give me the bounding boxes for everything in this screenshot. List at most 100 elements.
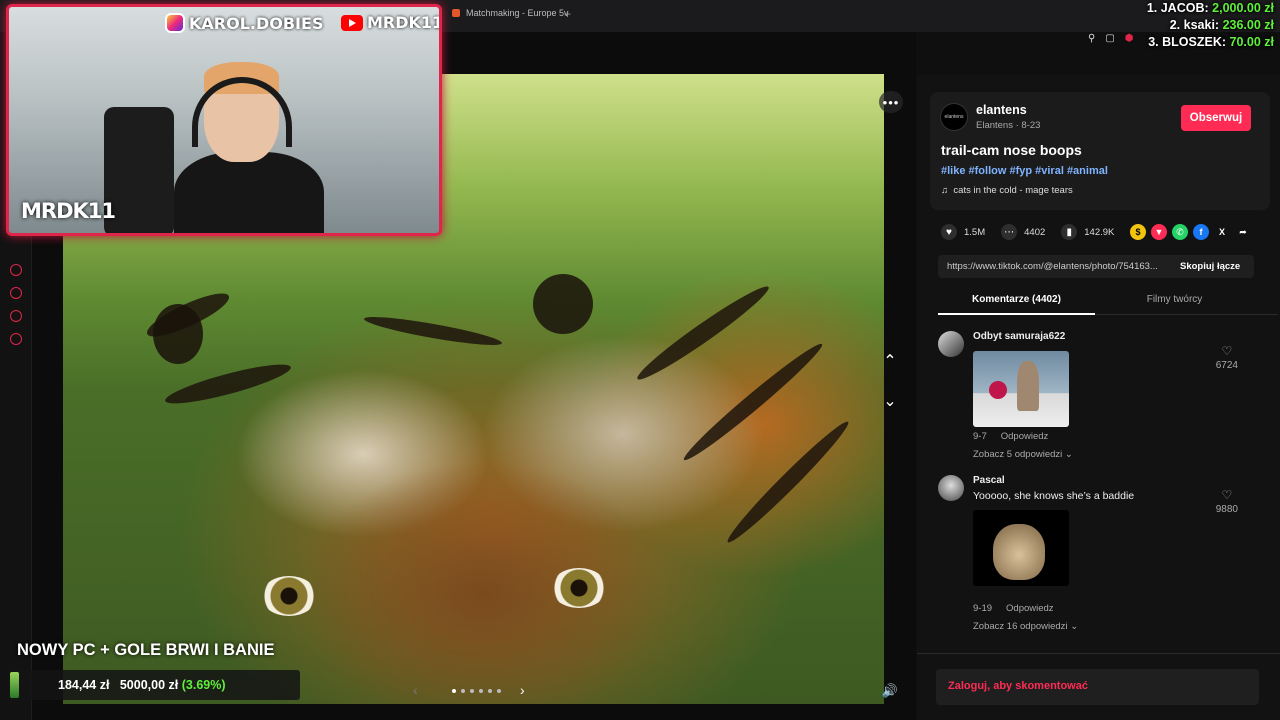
chevron-down-icon: ⌄ [1070,621,1079,632]
new-tab-button[interactable]: + [564,7,571,21]
fur-stripe [678,338,828,466]
previous-post-icon[interactable]: ⌃ [879,350,901,372]
comment-image[interactable] [973,351,1069,427]
youtube-label: MRDK11 [367,13,442,32]
youtube-icon [341,14,363,31]
fur-stripe [632,279,774,387]
panel-tabs: Komentarze (4402) Filmy twórcy [938,287,1278,315]
friends-icon[interactable] [10,310,22,322]
tiger-eye-left [261,576,317,616]
stream-title: NOWY PC + GOLE BRWI I BANIE [17,641,275,659]
pin-icon[interactable]: ⚲ [1088,33,1095,44]
comment-meta: 9-19 Odpowiedz [973,603,1054,614]
post-music[interactable]: ♫ cats in the cold - mage tears [941,185,1073,196]
chevron-down-icon: ⌄ [1064,449,1073,460]
browser-tab[interactable]: Matchmaking - Europe 5v [452,8,569,18]
tab-title: Matchmaking - Europe 5v [466,8,569,18]
copy-link-button[interactable]: Skopiuj łącze [1180,261,1240,272]
cam-nameplate: MRDK11 [21,199,116,223]
login-to-comment[interactable]: Zaloguj, aby skomentować [936,669,1259,705]
view-replies-label: Zobacz 5 odpowiedzi [973,449,1063,460]
creator-card: elantens elantens Elantens · 8-23 Obserw… [930,92,1270,210]
post-details-panel: elantens elantens Elantens · 8-23 Obserw… [917,75,1280,720]
view-replies-button[interactable]: Zobacz 16 odpowiedzi ⌄ [973,621,1078,632]
leaderboard-row: 2. ksaki: 236.00 zł [1147,17,1274,34]
comment-action[interactable]: ⋯ 4402 [1001,224,1045,240]
leaderboard-row: 1. JACOB: 2,000.00 zł [1147,0,1274,17]
carousel-dots[interactable] [452,689,501,693]
fur-stripe [533,274,593,334]
coin-icon[interactable]: $ [1130,224,1146,240]
carousel-dot[interactable] [497,689,501,693]
more-options-button[interactable]: ••• [879,91,903,113]
view-replies-label: Zobacz 16 odpowiedzi [973,621,1068,632]
like-action[interactable]: ♥ 1.5M [941,224,985,240]
heart-icon: ♥ [941,224,957,240]
reply-button[interactable]: Odpowiedz [1001,431,1049,442]
carousel-dot[interactable] [488,689,492,693]
tab-comments[interactable]: Komentarze (4402) [938,287,1095,315]
comment-like-count: 9880 [1215,504,1238,515]
tab-creator-videos[interactable]: Filmy twórcy [1096,287,1253,315]
screenshot-icon[interactable]: ▢ [1105,33,1114,44]
share-arrow-icon[interactable]: ➦ [1235,224,1251,240]
cougar-face [993,524,1045,580]
settings-icon[interactable] [10,333,22,345]
instagram-label: KAROL.DOBIES [189,13,324,33]
comment-image[interactable] [973,510,1069,586]
reply-button[interactable]: Odpowiedz [1006,603,1054,614]
comment-date: 9-7 [973,431,987,442]
post-hashtags[interactable]: #like #follow #fyp #viral #animal [941,165,1108,177]
carousel-prev-icon[interactable]: ‹ [413,682,418,698]
music-title: cats in the cold - mage tears [953,185,1073,196]
next-post-icon[interactable]: ⌄ [879,390,901,412]
share-buttons: $ ▼ ✆ f X ➦ [1130,224,1251,240]
carousel-dot[interactable] [452,689,456,693]
carousel-dot[interactable] [479,689,483,693]
streamer [174,62,324,233]
commenter-name[interactable]: Odbyt samuraja622 [973,331,1065,342]
comment-like[interactable]: ♡ 9880 [1216,488,1238,515]
save-count: 142.9K [1084,226,1115,238]
screen: Matchmaking - Europe 5v + ⚲ ▢ ⬢ ••• ⌃ ⌄ … [0,0,1280,720]
like-count: 1.5M [964,226,986,238]
heart-outline-icon: ♡ [1221,488,1233,502]
fur-stripe [162,357,294,411]
music-note-icon: ♫ [941,185,949,196]
carousel-dot[interactable] [470,689,474,693]
volume-icon[interactable]: 🔊 [879,680,901,702]
donor-name: 2. ksaki: [1169,18,1220,32]
commenter-name[interactable]: Pascal [973,475,1005,486]
comment-like-count: 6724 [1215,360,1238,371]
comment-item: Odbyt samuraja622 9-7 Odpowiedz Zobacz 5 … [938,331,1258,461]
carousel-next-icon[interactable]: › [520,682,525,698]
donor-amount: 70.00 zł [1229,35,1274,49]
facebook-icon[interactable]: f [1193,224,1209,240]
clock-icon[interactable] [10,287,22,299]
comment-text: Yooooo, she knows she’s a baddie [973,490,1135,502]
post-url[interactable]: https://www.tiktok.com/@elantens/photo/7… [947,261,1169,272]
microphone-figure [989,381,1007,399]
live-icon[interactable] [10,264,22,276]
commenter-avatar[interactable] [938,331,964,357]
shield-icon[interactable]: ⬢ [1125,33,1134,44]
commenter-avatar[interactable] [938,475,964,501]
post-title: trail-cam nose boops [941,142,1082,158]
creator-username[interactable]: elantens [976,103,1027,117]
follow-button[interactable]: Obserwuj [1181,105,1251,131]
save-action[interactable]: ▮ 142.9K [1061,224,1114,240]
comment-count: 4402 [1024,226,1046,238]
x-icon[interactable]: X [1214,224,1230,240]
whatsapp-icon[interactable]: ✆ [1172,224,1188,240]
send-icon[interactable]: ▼ [1151,224,1167,240]
comment-meta: 9-7 Odpowiedz [973,431,1048,442]
donor-name: 1. JACOB: [1146,1,1209,15]
tiger-eye-right [551,568,607,608]
carousel-dot[interactable] [461,689,465,693]
comment-login-bar: Zaloguj, aby skomentować [917,653,1280,720]
goal-target: 5000,00 zł [119,678,179,692]
view-replies-button[interactable]: Zobacz 5 odpowiedzi ⌄ [973,449,1073,460]
creator-avatar[interactable]: elantens [940,103,968,131]
comment-like[interactable]: ♡ 6724 [1216,344,1238,371]
donor-amount: 2,000.00 zł [1212,1,1274,15]
